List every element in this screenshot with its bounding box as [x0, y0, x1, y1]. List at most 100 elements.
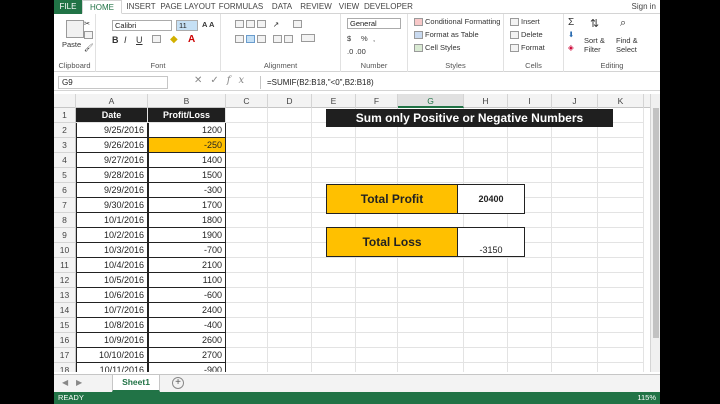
- cell[interactable]: [398, 138, 464, 153]
- cell[interactable]: [508, 168, 552, 183]
- profit-loss-cell[interactable]: 1700: [148, 198, 226, 213]
- cell[interactable]: [226, 108, 268, 123]
- cell[interactable]: [226, 153, 268, 168]
- cell[interactable]: [226, 183, 268, 198]
- cell[interactable]: [312, 303, 356, 318]
- cell[interactable]: [598, 273, 644, 288]
- cell[interactable]: [508, 318, 552, 333]
- cell[interactable]: [598, 153, 644, 168]
- cell[interactable]: [398, 318, 464, 333]
- sort-filter-icon[interactable]: ⇅: [590, 17, 599, 30]
- cell[interactable]: [268, 363, 312, 372]
- ribbon-tab-review[interactable]: REVIEW: [298, 0, 334, 14]
- column-header-d[interactable]: D: [268, 94, 312, 108]
- cell[interactable]: [552, 168, 598, 183]
- cell[interactable]: [268, 213, 312, 228]
- sign-in-link[interactable]: Sign in: [632, 0, 656, 14]
- cell[interactable]: [356, 303, 398, 318]
- find-select-button[interactable]: Find &: [616, 36, 638, 45]
- row-header-4[interactable]: 4: [54, 153, 76, 168]
- ribbon-tab-home[interactable]: HOME: [82, 0, 122, 14]
- cell[interactable]: [268, 303, 312, 318]
- title-banner[interactable]: Sum only Positive or Negative Numbers: [326, 109, 613, 127]
- insert-cells-button[interactable]: Insert: [510, 17, 540, 26]
- cell[interactable]: [268, 183, 312, 198]
- insert-function-icon[interactable]: fx: [227, 75, 252, 86]
- cell[interactable]: [398, 288, 464, 303]
- profit-loss-cell[interactable]: -400: [148, 318, 226, 333]
- cell[interactable]: [312, 318, 356, 333]
- row-header-2[interactable]: 2: [54, 123, 76, 138]
- cell[interactable]: [598, 303, 644, 318]
- cell[interactable]: [312, 288, 356, 303]
- cell[interactable]: [598, 333, 644, 348]
- cell[interactable]: [508, 138, 552, 153]
- cell[interactable]: [398, 168, 464, 183]
- date-cell[interactable]: 10/7/2016: [76, 303, 148, 318]
- cell[interactable]: [598, 348, 644, 363]
- cell[interactable]: [312, 333, 356, 348]
- date-cell[interactable]: 9/25/2016: [76, 123, 148, 138]
- date-cell[interactable]: 9/28/2016: [76, 168, 148, 183]
- cell[interactable]: [464, 333, 508, 348]
- cell[interactable]: [464, 213, 508, 228]
- cell[interactable]: [312, 168, 356, 183]
- total-profit-label[interactable]: Total Profit: [326, 184, 458, 214]
- cell[interactable]: [356, 333, 398, 348]
- percent-button[interactable]: %: [361, 34, 368, 43]
- format-painter-icon[interactable]: 🖌: [84, 43, 94, 52]
- sheet-tab-sheet1[interactable]: Sheet1: [112, 375, 160, 392]
- profit-loss-cell[interactable]: -600: [148, 288, 226, 303]
- cell[interactable]: [356, 153, 398, 168]
- row-header-1[interactable]: 1: [54, 108, 76, 123]
- borders-icon[interactable]: [152, 35, 161, 43]
- cut-icon[interactable]: ✂: [84, 19, 90, 28]
- currency-button[interactable]: $: [347, 34, 351, 43]
- underline-button[interactable]: U: [136, 35, 143, 45]
- column-header-g[interactable]: G: [398, 94, 464, 108]
- row-header-9[interactable]: 9: [54, 228, 76, 243]
- ribbon-tab-insert[interactable]: INSERT: [122, 0, 160, 14]
- total-loss-label[interactable]: Total Loss: [326, 227, 458, 257]
- profit-loss-cell[interactable]: 1800: [148, 213, 226, 228]
- column-header-c[interactable]: C: [226, 94, 268, 108]
- date-cell[interactable]: 10/10/2016: [76, 348, 148, 363]
- cell[interactable]: [356, 363, 398, 372]
- header-profit-loss[interactable]: Profit/Loss: [148, 108, 226, 123]
- row-header-16[interactable]: 16: [54, 333, 76, 348]
- cell[interactable]: [552, 138, 598, 153]
- cell[interactable]: [398, 213, 464, 228]
- cell[interactable]: [598, 198, 644, 213]
- row-header-13[interactable]: 13: [54, 288, 76, 303]
- row-header-8[interactable]: 8: [54, 213, 76, 228]
- cell[interactable]: [356, 318, 398, 333]
- cell[interactable]: [312, 348, 356, 363]
- profit-loss-cell[interactable]: 2400: [148, 303, 226, 318]
- column-header-k[interactable]: K: [598, 94, 644, 108]
- prev-sheet-icon[interactable]: ◀: [62, 378, 68, 387]
- date-cell[interactable]: 10/8/2016: [76, 318, 148, 333]
- row-header-14[interactable]: 14: [54, 303, 76, 318]
- cell[interactable]: [268, 273, 312, 288]
- grow-font-icon[interactable]: A A: [202, 20, 214, 29]
- cell[interactable]: [398, 333, 464, 348]
- cell[interactable]: [552, 153, 598, 168]
- cell[interactable]: [398, 303, 464, 318]
- cell[interactable]: [268, 288, 312, 303]
- cell[interactable]: [226, 333, 268, 348]
- cell[interactable]: [598, 363, 644, 372]
- cell[interactable]: [552, 348, 598, 363]
- name-box[interactable]: G9: [58, 76, 168, 89]
- find-select-icon[interactable]: ⌕: [620, 17, 626, 30]
- cell[interactable]: [598, 213, 644, 228]
- column-header-a[interactable]: A: [76, 94, 148, 108]
- cell[interactable]: [226, 318, 268, 333]
- cell[interactable]: [398, 273, 464, 288]
- cell[interactable]: [464, 258, 508, 273]
- cell[interactable]: [552, 258, 598, 273]
- cell[interactable]: [268, 198, 312, 213]
- cell[interactable]: [464, 153, 508, 168]
- bold-button[interactable]: B: [112, 35, 119, 45]
- align-left-icon[interactable]: [235, 35, 266, 43]
- cell[interactable]: [508, 363, 552, 372]
